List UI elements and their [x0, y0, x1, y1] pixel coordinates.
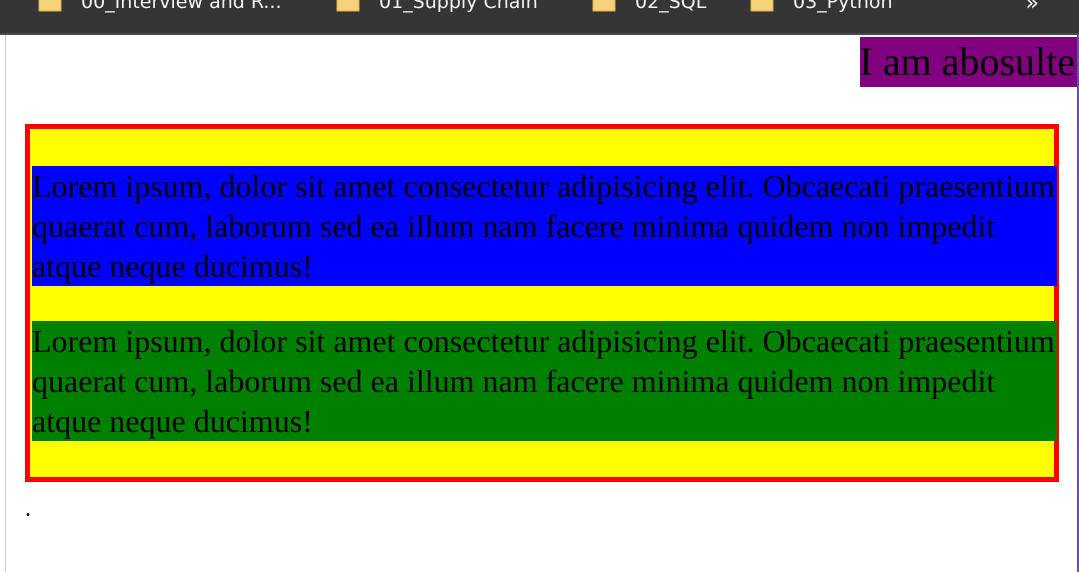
bookmark-folder-sql[interactable]: 02_SQL	[592, 0, 706, 14]
bookmarks-bar: 00_Interview and R... 01_Supply Chain 02…	[0, 0, 1079, 35]
folder-icon	[38, 0, 62, 12]
absolute-positioned-box: I am abosulte	[859, 37, 1077, 87]
bookmark-folder-interview[interactable]: 00_Interview and R...	[38, 0, 282, 14]
bookmark-folder-python[interactable]: 03_Python	[750, 0, 893, 14]
folder-icon	[336, 0, 360, 12]
folder-icon	[750, 0, 774, 12]
bookmark-label: 03_Python	[793, 0, 893, 13]
container-box: Lorem ipsum, dolor sit amet consectetur …	[25, 124, 1059, 482]
paragraph-blue: Lorem ipsum, dolor sit amet consectetur …	[32, 166, 1057, 286]
bookmark-label: 02_SQL	[635, 0, 707, 13]
paragraph-green: Lorem ipsum, dolor sit amet consectetur …	[32, 321, 1057, 441]
bookmark-folder-supply-chain[interactable]: 01_Supply Chain	[336, 0, 538, 14]
window-frame-left	[0, 35, 6, 572]
bookmark-label: 00_Interview and R...	[81, 0, 282, 13]
bookmark-label: 01_Supply Chain	[379, 0, 538, 13]
page-content: I am abosulte Lorem ipsum, dolor sit ame…	[7, 35, 1077, 572]
chevron-double-right-icon[interactable]: »	[1026, 0, 1039, 16]
trailing-text: .	[25, 496, 31, 522]
folder-icon	[592, 0, 616, 12]
